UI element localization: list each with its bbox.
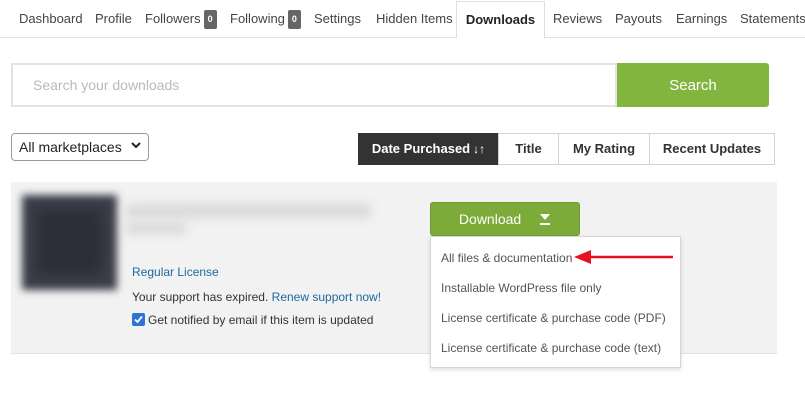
annotation-arrow-icon (574, 250, 673, 264)
tab-label: Dashboard (19, 11, 83, 26)
tab-profile[interactable]: Profile (95, 0, 132, 38)
tab-downloads[interactable]: Downloads (456, 1, 545, 39)
item-thumbnail-detail (36, 209, 102, 275)
caret-down-icon (540, 214, 551, 225)
marketplace-select[interactable]: All marketplaces (11, 133, 149, 161)
menu-item-license-pdf[interactable]: License certificate & purchase code (PDF… (441, 311, 666, 325)
tab-earnings[interactable]: Earnings (676, 0, 727, 38)
tab-followers[interactable]: Followers 0 (145, 0, 217, 38)
tab-label: Followers (145, 11, 201, 26)
tab-label: Earnings (676, 11, 728, 26)
menu-item-license-text[interactable]: License certificate & purchase code (tex… (441, 341, 661, 355)
sort-title-button[interactable]: Title (498, 133, 559, 165)
search-button[interactable]: Search (617, 63, 769, 107)
sort-my-rating-button[interactable]: My Rating (558, 133, 650, 165)
sort-label: Title (515, 141, 542, 156)
tab-label: Reviews (553, 11, 603, 26)
tab-dashboard[interactable]: Dashboard (19, 0, 83, 38)
account-nav: Dashboard Profile Followers 0 Following 0 … (0, 0, 805, 39)
notify-label: Get notified by email if this item is up… (148, 313, 374, 327)
sort-date-purchased-button[interactable]: Date Purchased ↓↑ (358, 133, 499, 165)
tab-label: Settings (314, 11, 361, 26)
tab-label: Downloads (465, 12, 536, 27)
sort-label: My Rating (572, 141, 636, 156)
notify-option: Get notified by email if this item is up… (132, 313, 373, 327)
marketplace-select-value: All marketplaces (19, 139, 122, 155)
download-button[interactable]: Download (430, 202, 580, 236)
menu-item-wordpress-file[interactable]: Installable WordPress file only (441, 281, 602, 295)
download-label: Download (458, 211, 522, 227)
tab-payouts[interactable]: Payouts (615, 0, 662, 38)
tab-label: Payouts (615, 11, 662, 26)
notify-checkbox[interactable] (132, 313, 145, 326)
chevron-down-icon (131, 142, 141, 149)
search-input[interactable] (11, 63, 617, 107)
item-title-blurred (126, 200, 376, 238)
tab-following[interactable]: Following 0 (230, 0, 301, 38)
support-text: Your support has expired. (132, 290, 269, 304)
sort-arrows-icon: ↓↑ (473, 142, 486, 156)
sort-label: Recent Updates (662, 141, 762, 156)
tab-reviews[interactable]: Reviews (553, 0, 602, 38)
following-count-badge: 0 (287, 10, 301, 29)
tab-statements[interactable]: Statements (740, 0, 805, 38)
checkmark-icon (134, 315, 143, 324)
sort-recent-updates-button[interactable]: Recent Updates (649, 133, 775, 165)
tab-settings[interactable]: Settings (314, 0, 361, 38)
renew-support-link[interactable]: Renew support now! (272, 290, 381, 304)
menu-item-all-files[interactable]: All files & documentation (441, 251, 572, 265)
tab-label: Statements (740, 11, 805, 26)
sort-label: Date Purchased (371, 141, 471, 156)
tab-label: Hidden Items (376, 11, 453, 26)
tab-label: Profile (95, 11, 132, 26)
license-link[interactable]: Regular License (132, 265, 219, 279)
tab-hidden-items[interactable]: Hidden Items (376, 0, 453, 38)
support-status: Your support has expired. Renew support … (132, 290, 381, 304)
tab-label: Following (230, 11, 285, 26)
followers-count-badge: 0 (203, 10, 217, 29)
